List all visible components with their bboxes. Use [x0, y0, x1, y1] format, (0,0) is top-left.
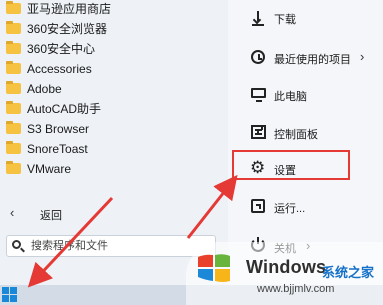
run-icon — [251, 199, 265, 213]
search-input[interactable] — [31, 238, 211, 254]
app-item-adobe[interactable]: Adobe — [0, 79, 228, 99]
menu-item-label: 最近使用的项目 — [274, 54, 351, 66]
chevron-left-icon: ‹ — [10, 205, 15, 220]
start-menu-app-list-panel: 亚马逊应用商店 360安全浏览器 360安全中心 Accessories Ado… — [0, 0, 228, 285]
app-item-label: VMware — [27, 162, 72, 176]
control-panel-icon — [251, 125, 266, 139]
menu-item-label: 运行... — [274, 203, 306, 215]
app-item-label: 360安全中心 — [27, 42, 96, 56]
back-button[interactable]: ‹ 返回 — [0, 203, 228, 223]
windows-logo-tile — [10, 295, 17, 302]
folder-icon — [6, 21, 21, 34]
folder-icon — [6, 101, 21, 114]
folder-icon — [6, 161, 21, 174]
app-item-s3-browser[interactable]: S3 Browser — [0, 119, 228, 139]
app-item-label: SnoreToast — [27, 142, 88, 156]
app-item-360-browser[interactable]: 360安全浏览器 — [0, 19, 228, 39]
folder-icon — [6, 81, 21, 94]
app-item-label: AutoCAD助手 — [27, 102, 102, 116]
app-item-label: S3 Browser — [27, 122, 90, 136]
folder-icon — [6, 121, 21, 134]
chevron-right-icon: › — [360, 49, 365, 64]
menu-item-label: 设置 — [274, 165, 296, 177]
app-item-label: Accessories — [27, 62, 92, 76]
folder-icon — [6, 141, 21, 154]
app-item-amazon-store[interactable]: 亚马逊应用商店 — [0, 0, 228, 19]
computer-icon — [251, 88, 266, 102]
watermark-url: www.bjjmlv.com — [257, 283, 335, 295]
windows-logo-tile — [2, 287, 9, 294]
windows-logo-icon — [198, 254, 230, 282]
search-box[interactable] — [6, 235, 216, 257]
search-icon — [12, 240, 21, 249]
menu-item-control-panel[interactable]: 控制面板 — [228, 118, 383, 146]
menu-item-label: 此电脑 — [274, 91, 307, 103]
gear-icon: ⚙ — [250, 158, 266, 177]
menu-item-recent-items[interactable]: 最近使用的项目 › — [228, 43, 383, 71]
menu-item-label: 控制面板 — [274, 129, 318, 141]
app-item-vmware[interactable]: VMware — [0, 159, 228, 179]
back-label: 返回 — [40, 210, 62, 222]
app-item-label: 亚马逊应用商店 — [27, 2, 112, 16]
watermark-brand: Windows — [246, 257, 327, 277]
folder-icon — [6, 41, 21, 54]
clock-icon — [251, 50, 265, 64]
menu-item-settings[interactable]: ⚙ 设置 — [228, 150, 383, 182]
menu-item-run[interactable]: 运行... — [228, 192, 383, 220]
menu-item-label: 下载 — [274, 14, 296, 26]
windows-logo-tile — [2, 295, 9, 302]
watermark-site-name: 系统之家 — [322, 265, 375, 280]
app-item-label: Adobe — [27, 82, 62, 96]
menu-item-this-pc[interactable]: 此电脑 — [228, 80, 383, 108]
app-item-snoretoast[interactable]: SnoreToast — [0, 139, 228, 159]
start-button[interactable] — [2, 287, 18, 303]
folder-icon — [6, 61, 21, 74]
app-item-autocad-helper[interactable]: AutoCAD助手 — [0, 99, 228, 119]
app-item-360-security[interactable]: 360安全中心 — [0, 39, 228, 59]
app-item-accessories[interactable]: Accessories — [0, 59, 228, 79]
download-icon — [252, 11, 264, 26]
windows-logo-tile — [10, 287, 17, 294]
app-item-label: 360安全浏览器 — [27, 22, 108, 36]
folder-icon — [6, 1, 21, 14]
menu-item-downloads[interactable]: 下载 — [228, 3, 383, 31]
